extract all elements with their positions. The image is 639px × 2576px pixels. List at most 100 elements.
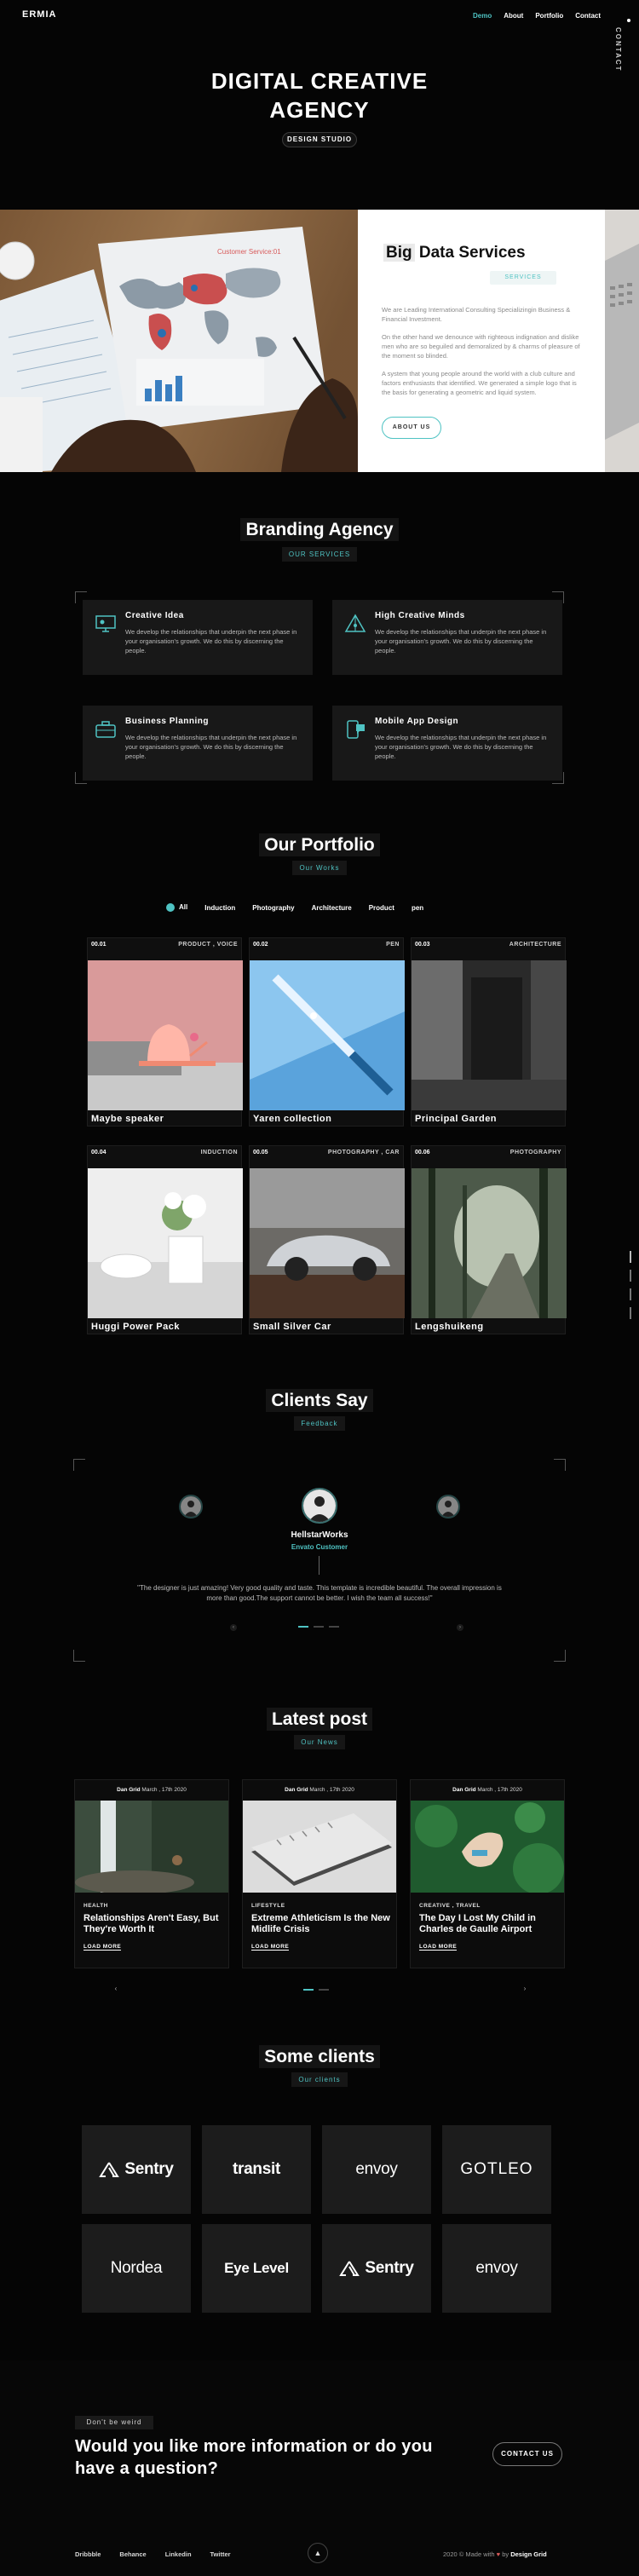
- nav-link-about[interactable]: About: [504, 12, 523, 20]
- prev-arrow-icon[interactable]: ‹: [112, 1985, 119, 1992]
- portfolio-title: Yaren collection: [253, 1114, 332, 1124]
- about-title-rest: Data Services: [418, 244, 526, 262]
- laptop-illustration: [605, 210, 639, 472]
- portfolio-item[interactable]: 00.03 ARCHITECTURE Principal Garden: [411, 937, 567, 1127]
- avatar[interactable]: [302, 1488, 337, 1524]
- avatar[interactable]: [179, 1495, 203, 1519]
- filter-photography[interactable]: Photography: [252, 904, 294, 912]
- services-tag-text: OUR SERVICES: [281, 547, 358, 562]
- portfolio-item[interactable]: 00.02 PEN Yaren collection: [249, 937, 405, 1127]
- service-card[interactable]: Creative Idea We develop the relationshi…: [83, 600, 313, 675]
- briefcase-icon: [95, 721, 116, 738]
- portfolio-item[interactable]: 00.04 INDUCTION Huggi Power Pack: [87, 1145, 243, 1334]
- portfolio-title: Small Silver Car: [253, 1322, 331, 1332]
- side-contact-link[interactable]: CONTACT: [614, 27, 622, 72]
- user-avatar-icon: [181, 1496, 201, 1517]
- filter-pen[interactable]: pen: [412, 904, 423, 912]
- portfolio-item[interactable]: 00.06 PHOTOGRAPHY Lengshuikeng: [411, 1145, 567, 1334]
- portfolio-item[interactable]: 00.01 PRODUCT , VOICE Maybe speaker: [87, 937, 243, 1127]
- portfolio-image: [412, 1168, 567, 1318]
- footer-link-linkedin[interactable]: Linkedin: [165, 2550, 192, 2558]
- services-title-text: Branding Agency: [240, 518, 399, 541]
- testimonial-quote: "The designer is just amazing! Very good…: [137, 1584, 502, 1602]
- slider-dot-active[interactable]: [298, 1626, 308, 1628]
- portfolio-title-text: Our Portfolio: [259, 833, 380, 856]
- slider-dot[interactable]: [314, 1626, 324, 1628]
- client-logo[interactable]: transit: [202, 2125, 311, 2214]
- service-card[interactable]: High Creative Minds We develop the relat…: [332, 600, 562, 675]
- client-logo[interactable]: Nordea: [82, 2224, 191, 2313]
- post-author: Dan Grid: [117, 1787, 141, 1793]
- hero-title: DIGITAL CREATIVE AGENCY: [0, 66, 639, 124]
- post-date: March , 17th 2020: [477, 1787, 522, 1793]
- footer-link-dribbble[interactable]: Dribbble: [75, 2550, 101, 2558]
- post-title[interactable]: The Day I Lost My Child in Charles de Ga…: [419, 1913, 560, 1935]
- portfolio-category: INDUCTION: [200, 1150, 238, 1155]
- footer-link-twitter[interactable]: Twitter: [210, 2550, 231, 2558]
- post-title[interactable]: Relationships Aren't Easy, But They're W…: [83, 1913, 224, 1935]
- avatar[interactable]: [436, 1495, 460, 1519]
- portfolio-image: [88, 1168, 243, 1318]
- client-logo[interactable]: Sentry: [322, 2224, 431, 2313]
- client-logo[interactable]: Sentry: [82, 2125, 191, 2214]
- filter-induction[interactable]: Induction: [204, 904, 235, 912]
- notebook-illustration: [243, 1801, 396, 1893]
- filter-product[interactable]: Product: [369, 904, 394, 912]
- client-logo[interactable]: GOTLEO: [442, 2125, 551, 2214]
- hero-title-line1: DIGITAL CREATIVE: [210, 68, 429, 94]
- back-to-top-icon[interactable]: ▲: [308, 2543, 328, 2563]
- about-us-button[interactable]: ABOUT US: [382, 417, 441, 439]
- post-category: CREATIVE , TRAVEL: [419, 1903, 481, 1909]
- portfolio-num: 00.03: [415, 942, 430, 948]
- pyramid-icon: [344, 614, 366, 632]
- post-date: March , 17th 2020: [141, 1787, 187, 1793]
- client-logo[interactable]: envoy: [322, 2125, 431, 2214]
- post-image: [243, 1801, 396, 1893]
- load-more-link[interactable]: LOAD MORE: [251, 1944, 290, 1951]
- portfolio-category: ARCHITECTURE: [509, 942, 561, 948]
- copyright-name[interactable]: Design Grid: [510, 2550, 547, 2558]
- portfolio-title: Maybe speaker: [91, 1114, 164, 1124]
- filter-architecture[interactable]: Architecture: [312, 904, 352, 912]
- footer-link-behance[interactable]: Behance: [119, 2550, 146, 2558]
- slider-dot[interactable]: [329, 1626, 339, 1628]
- clients-tag: Our clients: [0, 2072, 639, 2087]
- prev-arrow-icon[interactable]: ‹: [230, 1624, 237, 1631]
- leaves-illustration: [411, 1801, 564, 1893]
- load-more-link[interactable]: LOAD MORE: [83, 1944, 122, 1951]
- services-tag: OUR SERVICES: [0, 547, 639, 562]
- next-arrow-icon[interactable]: ›: [521, 1985, 528, 1992]
- next-arrow-icon[interactable]: ›: [457, 1624, 463, 1631]
- contact-us-button[interactable]: CONTACT US: [492, 2442, 562, 2466]
- site-logo[interactable]: ERMIA: [22, 9, 56, 20]
- portfolio-category: PHOTOGRAPHY: [509, 1150, 561, 1155]
- post-date: March , 17th 2020: [309, 1787, 354, 1793]
- post-title[interactable]: Extreme Athleticism Is the New Midlife C…: [251, 1913, 392, 1935]
- service-card[interactable]: Business Planning We develop the relatio…: [83, 706, 313, 781]
- about-title-highlight: Big: [383, 244, 415, 262]
- slider-dot[interactable]: [319, 1989, 329, 1991]
- about-image: Customer Service:01: [0, 210, 358, 472]
- post-author: Dan Grid: [285, 1787, 308, 1793]
- blog-post-card[interactable]: Dan Grid March , 17th 2020 LIFESTYLE Ext…: [242, 1779, 397, 1968]
- nav-link-portfolio[interactable]: Portfolio: [535, 12, 563, 20]
- load-more-link[interactable]: LOAD MORE: [419, 1944, 458, 1951]
- cta-tag: Don't be weird: [75, 2416, 153, 2429]
- blog-post-card[interactable]: Dan Grid March , 17th 2020 HEALTH Relati…: [74, 1779, 229, 1968]
- nav-link-contact[interactable]: Contact: [575, 12, 601, 20]
- portfolio-item[interactable]: 00.05 PHOTOGRAPHY , CAR Small Silver Car: [249, 1145, 405, 1334]
- portfolio-image: [88, 960, 243, 1110]
- scroll-indicator[interactable]: [630, 1251, 631, 1319]
- service-card[interactable]: Mobile App Design We develop the relatio…: [332, 706, 562, 781]
- testimonials-title-text: Clients Say: [266, 1389, 373, 1412]
- filter-all[interactable]: All: [166, 903, 187, 912]
- divider-line: [319, 1556, 320, 1575]
- portfolio-num: 00.04: [91, 1150, 106, 1155]
- slider-dot-active[interactable]: [303, 1989, 314, 1991]
- client-logo[interactable]: envoy: [442, 2224, 551, 2313]
- portfolio-tag-text: Our Works: [292, 861, 347, 875]
- client-logo[interactable]: Eye Level: [202, 2224, 311, 2313]
- blog-title: Latest post: [0, 1708, 639, 1731]
- blog-post-card[interactable]: Dan Grid March , 17th 2020 CREATIVE , TR…: [410, 1779, 565, 1968]
- nav-link-demo[interactable]: Demo: [473, 12, 492, 20]
